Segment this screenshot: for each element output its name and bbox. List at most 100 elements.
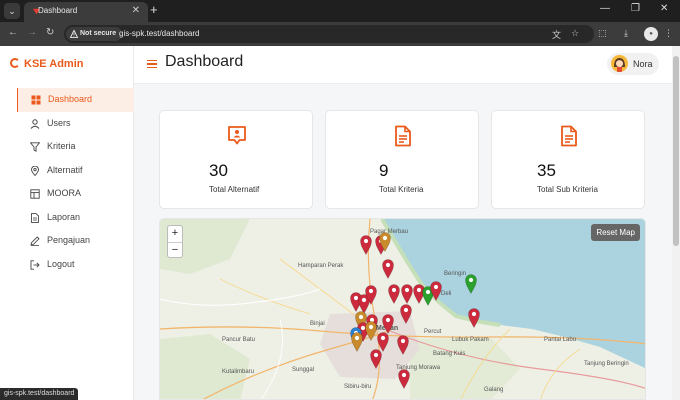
user-name: Nora xyxy=(633,59,653,69)
stat-label: Total Alternatif xyxy=(209,185,260,194)
sidebar-item-label: Laporan xyxy=(47,211,81,222)
sidebar-item-label: Users xyxy=(47,117,71,128)
map-place-label: Percut xyxy=(424,329,442,335)
menu-toggle-icon[interactable] xyxy=(147,60,157,69)
sidebar-item-users[interactable]: Users xyxy=(17,112,134,136)
sidebar-item-logout[interactable]: Logout xyxy=(17,253,134,277)
map-place-label: Sibiru-biru xyxy=(344,384,372,390)
map-marker-icon[interactable] xyxy=(379,232,391,253)
map-place-label: Tanjung Beringin xyxy=(584,361,629,367)
map-marker-icon[interactable] xyxy=(382,259,394,280)
zoom-out-button[interactable]: − xyxy=(168,242,182,258)
stat-label: Total Sub Kriteria xyxy=(537,185,598,194)
more-menu-icon[interactable]: ⋮ xyxy=(664,28,673,39)
avatar xyxy=(611,55,628,72)
user-menu[interactable]: Nora xyxy=(607,53,659,75)
sidebar-item-laporan[interactable]: Laporan xyxy=(17,206,134,230)
sidebar-item-label: Dashboard xyxy=(48,94,93,104)
map-place-label: Pantai Labu xyxy=(544,337,577,343)
map-marker-icon[interactable] xyxy=(430,281,442,302)
url-text: gis-spk.test/dashboard xyxy=(119,29,200,38)
map-marker-icon[interactable] xyxy=(401,284,413,305)
profile-avatar-icon[interactable]: ● xyxy=(644,27,658,41)
table-icon xyxy=(30,189,40,199)
map-place-label: Beringin xyxy=(444,271,467,277)
sidebar-item-pengajuan[interactable]: Pengajuan xyxy=(17,229,134,253)
page-scrollbar[interactable] xyxy=(672,46,680,400)
maximize-icon[interactable]: ❐ xyxy=(631,3,640,14)
map-place-label: Pancur Batu xyxy=(222,337,256,343)
tab-close-icon[interactable]: ✕ xyxy=(132,5,140,16)
map-marker-icon[interactable] xyxy=(360,235,372,256)
stat-value: 35 xyxy=(537,161,556,180)
close-window-icon[interactable]: ✕ xyxy=(660,3,668,14)
grid-icon xyxy=(31,95,41,105)
map-place-label: Binjai xyxy=(310,321,325,327)
minimize-icon[interactable]: — xyxy=(600,3,610,14)
tab-search-icon[interactable]: ⌄ xyxy=(4,3,20,19)
sidebar-item-alternatif[interactable]: Alternatif xyxy=(17,159,134,183)
back-icon[interactable]: ← xyxy=(8,27,18,38)
map-panel[interactable]: Binjai Medan Tanjung Morawa Lubuk Pakam … xyxy=(159,218,646,400)
download-icon[interactable]: ⤓ xyxy=(624,28,628,39)
extensions-icon[interactable]: ⬚ xyxy=(598,28,607,39)
stat-value: 30 xyxy=(209,161,228,180)
map-place-label: Kutalimbaru xyxy=(222,369,255,375)
map-marker-icon[interactable] xyxy=(388,284,400,305)
stat-card-alternatif: 30 Total Alternatif xyxy=(159,110,313,209)
status-bar-url: gis-spk.test/dashboard xyxy=(0,388,79,400)
map-marker-icon[interactable] xyxy=(400,304,412,325)
filter-icon xyxy=(30,142,40,152)
sidebar-item-kriteria[interactable]: Kriteria xyxy=(17,135,134,159)
sidebar-item-moora[interactable]: MOORA xyxy=(17,182,134,206)
security-indicator[interactable]: Not secure xyxy=(66,27,123,41)
map-marker-icon[interactable] xyxy=(398,369,410,390)
browser-tab[interactable]: Dashboard ✕ xyxy=(24,2,148,22)
brand[interactable]: KSE Admin xyxy=(10,58,84,70)
map-marker-icon[interactable] xyxy=(370,349,382,370)
map-place-label: Lubuk Pakam xyxy=(452,337,489,343)
tab-title: Dashboard xyxy=(38,6,78,15)
bookmark-star-icon[interactable]: ☆ xyxy=(571,28,579,39)
map-marker-icon[interactable] xyxy=(351,332,363,353)
new-tab-icon[interactable]: + xyxy=(150,2,158,17)
id-card-icon xyxy=(228,126,246,145)
top-header: Dashboard Nora xyxy=(134,46,680,84)
browser-tab-bar: ⌄ Dashboard ✕ + — ❐ ✕ xyxy=(0,0,680,22)
sidebar-item-label: Pengajuan xyxy=(47,235,91,245)
file-icon xyxy=(31,212,39,223)
reload-icon[interactable]: ↻ xyxy=(46,27,54,38)
not-secure-label: Not secure xyxy=(80,30,117,37)
stat-label: Total Kriteria xyxy=(379,185,424,194)
document-icon xyxy=(395,125,411,147)
map-marker-icon[interactable] xyxy=(468,308,480,329)
map-marker-icon[interactable] xyxy=(382,314,394,335)
sidebar: KSE Admin Dashboard Users Kriteria Alter… xyxy=(0,46,134,400)
translate-icon[interactable]: ⽂ xyxy=(552,28,561,41)
address-bar: ← → ↻ Not secure gis-spk.test/dashboard … xyxy=(0,22,680,46)
sidebar-item-label: Logout xyxy=(47,258,75,269)
warning-icon xyxy=(70,30,78,38)
map-marker-icon[interactable] xyxy=(365,321,377,342)
map-marker-icon[interactable] xyxy=(365,285,377,306)
map-place-label: Sunggal xyxy=(292,367,315,373)
map-place-label: Batang Kuis xyxy=(433,351,466,357)
brand-logo-icon xyxy=(10,58,20,68)
sidebar-item-dashboard[interactable]: Dashboard xyxy=(17,88,134,112)
pencil-icon xyxy=(30,236,40,246)
reset-map-button[interactable]: Reset Map xyxy=(591,224,640,241)
map-place-label: Galang xyxy=(484,387,504,393)
url-field[interactable]: Not secure gis-spk.test/dashboard xyxy=(64,25,594,43)
zoom-in-button[interactable]: + xyxy=(168,226,182,242)
document-icon xyxy=(561,125,577,147)
stat-card-sub-kriteria: 35 Total Sub Kriteria xyxy=(491,110,645,209)
scrollbar-thumb[interactable] xyxy=(673,56,679,246)
user-icon xyxy=(30,118,40,129)
sidebar-nav: Dashboard Users Kriteria Alternatif MOOR… xyxy=(17,88,134,276)
map-marker-icon[interactable] xyxy=(465,274,477,295)
stat-value: 9 xyxy=(379,161,389,180)
brand-name: KSE Admin xyxy=(24,58,84,70)
sidebar-item-label: Kriteria xyxy=(47,141,76,151)
map-marker-icon[interactable] xyxy=(397,335,409,356)
forward-icon[interactable]: → xyxy=(27,27,37,38)
